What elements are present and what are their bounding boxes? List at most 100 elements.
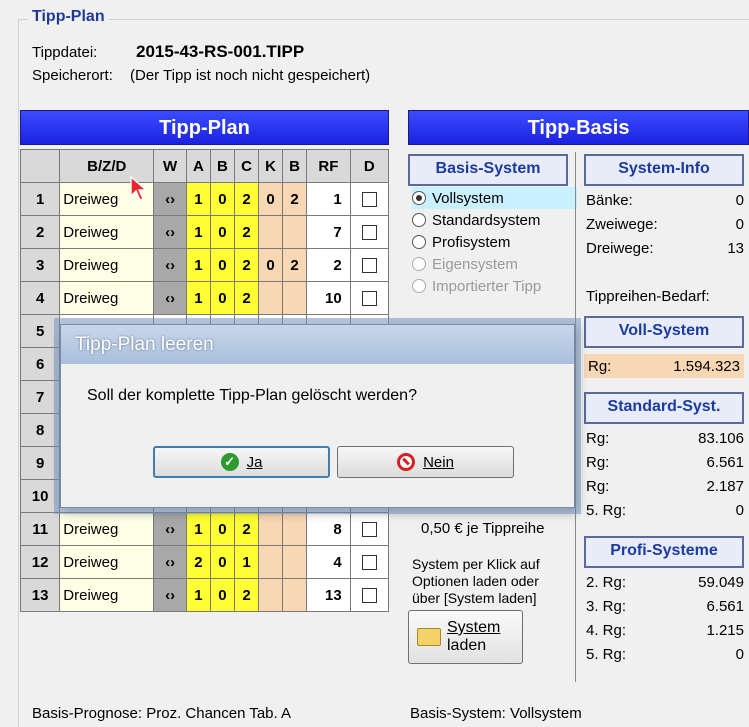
d-checkbox[interactable] xyxy=(361,192,377,208)
table-row[interactable]: 3 Dreiweg ‹› 1 0 2 0 2 2 xyxy=(19,248,390,282)
b-cell[interactable]: 0 xyxy=(209,215,235,249)
b-cell[interactable]: 0 xyxy=(209,248,235,282)
w-cell[interactable]: ‹› xyxy=(153,578,187,612)
b-cell[interactable]: 0 xyxy=(209,512,235,546)
kb-cell[interactable] xyxy=(282,281,308,315)
system-load-button[interactable]: System laden xyxy=(408,610,523,664)
b-cell[interactable]: 0 xyxy=(209,281,235,315)
bzd-cell[interactable]: Dreiweg xyxy=(59,545,155,579)
d-cell[interactable] xyxy=(349,281,390,315)
table-header: B/Z/D W A B C K B RF D xyxy=(19,149,390,183)
d-cell[interactable] xyxy=(349,545,390,579)
table-row[interactable]: 13 Dreiweg ‹› 1 0 2 13 xyxy=(19,578,390,612)
kb-cell[interactable] xyxy=(282,578,308,612)
info-row: 2. Rg: 59.049 xyxy=(586,573,744,591)
kb-cell[interactable] xyxy=(282,215,308,249)
bzd-cell[interactable]: Dreiweg xyxy=(59,512,155,546)
bzd-cell[interactable]: Dreiweg xyxy=(59,578,155,612)
d-checkbox[interactable] xyxy=(361,522,377,538)
a-cell[interactable]: 1 xyxy=(185,215,211,249)
bzd-cell[interactable]: Dreiweg xyxy=(59,215,155,249)
c-cell[interactable]: 1 xyxy=(233,545,260,579)
rf-cell[interactable]: 7 xyxy=(306,215,351,249)
swap-icon: ‹› xyxy=(165,223,176,241)
c-cell[interactable]: 2 xyxy=(233,281,260,315)
swap-icon: ‹› xyxy=(165,553,176,571)
d-checkbox[interactable] xyxy=(361,258,377,274)
k-cell[interactable] xyxy=(257,512,284,546)
location-value: (Der Tipp ist noch nicht gespeichert) xyxy=(130,67,371,84)
a-cell[interactable]: 1 xyxy=(185,248,211,282)
hint-text: System per Klick auf Optionen laden oder… xyxy=(412,556,540,606)
table-row[interactable]: 12 Dreiweg ‹› 2 0 1 4 xyxy=(19,545,390,579)
radio-option[interactable]: Standardsystem xyxy=(412,209,577,231)
swap-icon: ‹› xyxy=(165,289,176,307)
a-cell[interactable]: 1 xyxy=(185,578,211,612)
radio-option[interactable]: Vollsystem xyxy=(412,187,577,209)
c-cell[interactable]: 2 xyxy=(233,248,260,282)
k-cell[interactable]: 0 xyxy=(257,248,284,282)
radio-option[interactable]: Profisystem xyxy=(412,231,577,253)
w-cell[interactable]: ‹› xyxy=(153,281,187,315)
row-number: 10 xyxy=(19,479,61,513)
kb-cell[interactable] xyxy=(282,512,308,546)
d-cell[interactable] xyxy=(349,182,390,216)
b-cell[interactable]: 0 xyxy=(209,578,235,612)
row-number: 7 xyxy=(19,380,61,414)
bzd-cell[interactable]: Dreiweg xyxy=(59,248,155,282)
basis-system-button[interactable]: Basis-System xyxy=(408,154,568,186)
rf-cell[interactable]: 13 xyxy=(306,578,351,612)
w-cell[interactable]: ‹› xyxy=(153,545,187,579)
rf-cell[interactable]: 1 xyxy=(306,182,351,216)
table-row[interactable]: 4 Dreiweg ‹› 1 0 2 10 xyxy=(19,281,390,315)
table-row[interactable]: 1 Dreiweg ‹› 1 0 2 0 2 1 xyxy=(19,182,390,216)
radio-option[interactable]: Importierter Tipp xyxy=(412,275,577,297)
w-cell[interactable]: ‹› xyxy=(153,512,187,546)
rf-cell[interactable]: 4 xyxy=(306,545,351,579)
a-cell[interactable]: 1 xyxy=(185,512,211,546)
profi-system-header: Profi-Systeme xyxy=(584,536,744,568)
d-cell[interactable] xyxy=(349,248,390,282)
kb-cell[interactable]: 2 xyxy=(282,248,308,282)
d-checkbox[interactable] xyxy=(361,225,377,241)
d-checkbox[interactable] xyxy=(361,291,377,307)
rf-cell[interactable]: 2 xyxy=(306,248,351,282)
location-label: Speicherort: xyxy=(32,67,113,84)
w-cell[interactable]: ‹› xyxy=(153,215,187,249)
table-row[interactable]: 2 Dreiweg ‹› 1 0 2 7 xyxy=(19,215,390,249)
yes-button[interactable]: ✓ Ja xyxy=(153,446,330,478)
a-cell[interactable]: 1 xyxy=(185,281,211,315)
row-number: 9 xyxy=(19,446,61,480)
k-cell[interactable] xyxy=(257,578,284,612)
c-cell[interactable]: 2 xyxy=(233,578,260,612)
c-cell[interactable]: 2 xyxy=(233,215,260,249)
rf-cell[interactable]: 10 xyxy=(306,281,351,315)
b-cell[interactable]: 0 xyxy=(209,182,235,216)
basis-banner: Tipp-Basis xyxy=(408,110,749,145)
kb-cell[interactable] xyxy=(282,545,308,579)
table-row[interactable]: 11 Dreiweg ‹› 1 0 2 8 xyxy=(19,512,390,546)
d-cell[interactable] xyxy=(349,578,390,612)
k-cell[interactable] xyxy=(257,281,284,315)
b-cell[interactable]: 0 xyxy=(209,545,235,579)
bzd-cell[interactable]: Dreiweg xyxy=(59,281,155,315)
a-cell[interactable]: 2 xyxy=(185,545,211,579)
w-cell[interactable]: ‹› xyxy=(153,182,187,216)
no-button[interactable]: Nein xyxy=(337,446,514,478)
col-header: D xyxy=(349,149,390,183)
k-cell[interactable]: 0 xyxy=(257,182,284,216)
d-checkbox[interactable] xyxy=(361,555,377,571)
w-cell[interactable]: ‹› xyxy=(153,248,187,282)
d-cell[interactable] xyxy=(349,512,390,546)
d-cell[interactable] xyxy=(349,215,390,249)
a-cell[interactable]: 1 xyxy=(185,182,211,216)
info-row: 4. Rg: 1.215 xyxy=(586,621,744,639)
kb-cell[interactable]: 2 xyxy=(282,182,308,216)
c-cell[interactable]: 2 xyxy=(233,512,260,546)
k-cell[interactable] xyxy=(257,545,284,579)
k-cell[interactable] xyxy=(257,215,284,249)
radio-option[interactable]: Eigensystem xyxy=(412,253,577,275)
c-cell[interactable]: 2 xyxy=(233,182,260,216)
rf-cell[interactable]: 8 xyxy=(306,512,351,546)
d-checkbox[interactable] xyxy=(361,588,377,604)
